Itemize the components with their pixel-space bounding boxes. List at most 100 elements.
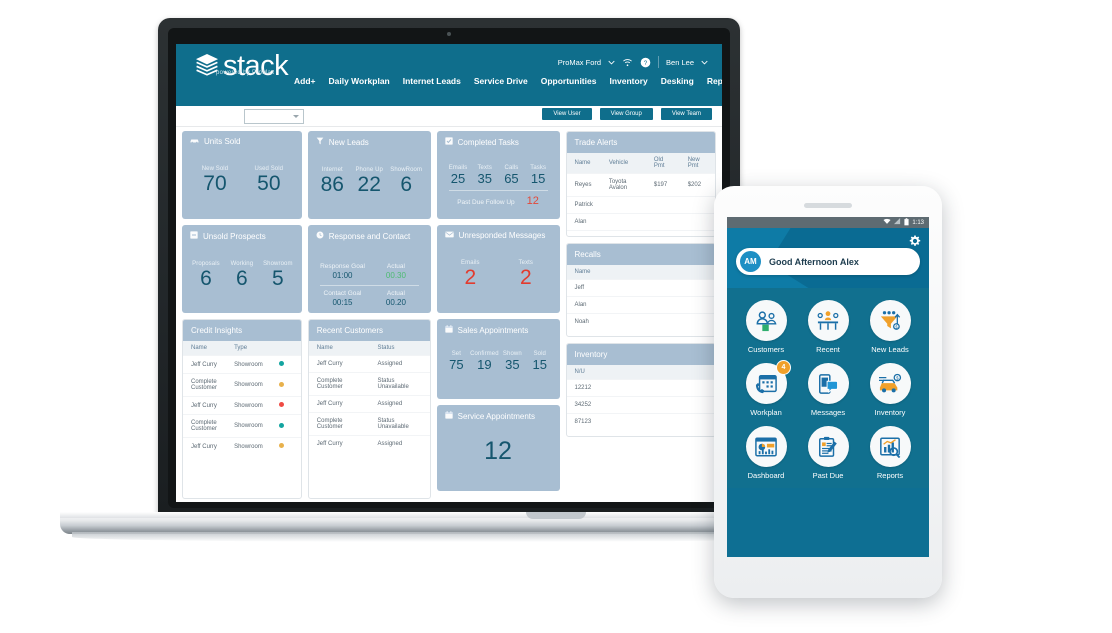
- table-row[interactable]: Jeff Curry Showroom: [183, 396, 301, 415]
- chevron-down-icon: [293, 115, 299, 118]
- card-inventory[interactable]: Inventory N/U 12212 34252 87123: [565, 343, 716, 437]
- table-row[interactable]: Alan: [566, 213, 715, 231]
- view-team-button[interactable]: View Team: [660, 108, 712, 120]
- metric-working: Working 6: [224, 261, 260, 289]
- table-row[interactable]: 87123: [566, 413, 715, 430]
- app-tile-messages[interactable]: Messages: [798, 363, 858, 417]
- card-header: Response and Contact: [308, 225, 431, 243]
- view-user-button[interactable]: View User: [542, 108, 592, 120]
- view-group-button[interactable]: View Group: [599, 108, 653, 120]
- dashboard-icon: [745, 426, 787, 467]
- app-tile-workplan[interactable]: 4 Workplan: [736, 360, 796, 417]
- card-completed-tasks[interactable]: Completed Tasks Emails 25 Texts 35 Calls…: [436, 131, 560, 219]
- mail-icon: [444, 231, 454, 240]
- laptop-lid: stack powered by ProMax Add+ Daily Workp…: [158, 18, 740, 518]
- response-goal: Response Goal 01:00: [316, 263, 369, 280]
- table-row[interactable]: Alan: [566, 296, 715, 314]
- cell-name: Jeff Curry: [308, 395, 370, 413]
- card-title: Completed Tasks: [457, 137, 519, 147]
- metric-row: Emails 25 Texts 35 Calls 65 Tasks 15: [445, 165, 552, 185]
- chevron-down-icon[interactable]: [608, 58, 615, 67]
- table-row[interactable]: Complete Customer Status Unavailable: [308, 412, 430, 436]
- user-name[interactable]: Ben Lee: [666, 58, 694, 67]
- app-tile-dashboard[interactable]: Dashboard: [736, 426, 796, 480]
- nav-item-internet-leads[interactable]: Internet Leads: [403, 76, 461, 86]
- card-unresponded-messages[interactable]: Unresponded Messages Emails 2 Texts 2: [436, 225, 560, 313]
- table-row[interactable]: 12212: [566, 379, 715, 397]
- phone-home-button[interactable]: [814, 557, 842, 585]
- status-dot-icon: [278, 422, 284, 428]
- dealer-name[interactable]: ProMax Ford: [558, 58, 601, 67]
- car-icon: [190, 137, 199, 146]
- cell-status: Status Unavailable: [369, 412, 430, 436]
- table-row[interactable]: Jeff Curry Showroom: [183, 437, 301, 455]
- column-header-name: Name: [308, 341, 370, 356]
- metric-value: 65: [504, 171, 519, 186]
- card-response-and-contact[interactable]: Response and Contact Response Goal 01:00: [307, 225, 431, 313]
- nav-item-reports[interactable]: Reports: [707, 76, 722, 86]
- card-credit-insights[interactable]: Credit Insights Name Type Jeff Curry Sho…: [182, 319, 302, 499]
- clipboard-icon: [807, 426, 849, 467]
- nav-item-service-drive[interactable]: Service Drive: [474, 76, 528, 86]
- column-header-vehicle: Vehicle: [600, 153, 646, 174]
- funnel-icon: [316, 137, 324, 147]
- status-dot-icon: [278, 402, 284, 407]
- card-recent-customers[interactable]: Recent Customers Name Status Jeff Curry …: [307, 319, 431, 499]
- table-row[interactable]: Jeff Curry Assigned: [308, 395, 430, 413]
- table-row[interactable]: Complete Customer Status Unavailable: [308, 372, 430, 396]
- card-units-sold[interactable]: Units Sold New Sold 70 Used Sold 50: [182, 131, 302, 219]
- app-tile-reports[interactable]: Reports: [860, 426, 920, 480]
- nav-item-daily-workplan[interactable]: Daily Workplan: [329, 76, 390, 86]
- nav-item-inventory[interactable]: Inventory: [609, 76, 647, 86]
- card-new-leads[interactable]: New Leads Internet 86 Phone Up 22 ShowRo…: [307, 131, 431, 219]
- table-row[interactable]: Noah: [566, 230, 715, 236]
- reports-icon: [869, 426, 911, 467]
- calendar-icon: [444, 325, 453, 335]
- table-row[interactable]: Patrick: [566, 196, 715, 214]
- table-row[interactable]: Noah: [566, 313, 715, 330]
- brand-logo[interactable]: stack: [194, 52, 289, 81]
- nav-item-opportunities[interactable]: Opportunities: [541, 76, 597, 86]
- table-row[interactable]: Jeff Curry Assigned: [308, 435, 430, 452]
- card-service-appointments[interactable]: Service Appointments 12: [436, 405, 560, 491]
- greeting-card[interactable]: AM Good Afternoon Alex: [736, 248, 920, 275]
- nav-item-desking[interactable]: Desking: [661, 76, 694, 86]
- table-row[interactable]: Complete Customer Showroom: [183, 373, 301, 397]
- table-row[interactable]: Jeff Curry Assigned: [308, 355, 430, 373]
- header-divider: [658, 56, 660, 68]
- cell-name: Jeff Curry: [183, 437, 227, 455]
- card-trade-alerts[interactable]: Trade Alerts Name Vehicle Old Pmt New Pm…: [565, 131, 716, 237]
- table-row[interactable]: 34252: [566, 396, 715, 414]
- cell-status: Assigned: [369, 355, 430, 373]
- scope-select[interactable]: [244, 109, 304, 124]
- wifi-icon: [883, 218, 891, 227]
- card-recalls[interactable]: Recalls Name Jeff Alan Noah: [565, 243, 716, 337]
- help-icon[interactable]: ?: [640, 57, 651, 68]
- table-row[interactable]: Complete Customer Showroom: [183, 414, 301, 438]
- card-unsold-prospects[interactable]: Unsold Prospects Proposals 6 Working 6 S…: [182, 225, 302, 313]
- table-row[interactable]: Jeff: [566, 279, 715, 297]
- app-tile-inventory[interactable]: $ Inventory: [860, 363, 920, 417]
- user-chevron-down-icon[interactable]: [701, 58, 708, 67]
- nav-item-add[interactable]: Add+: [294, 76, 316, 86]
- column-header-type: Type: [226, 341, 271, 356]
- dashboard-grid: Units Sold New Sold 70 Used Sold 50 Unso…: [182, 131, 716, 499]
- header-right: ProMax Ford ? Ben Lee: [558, 56, 708, 68]
- card-header: New Leads: [308, 131, 431, 149]
- cell-name: Complete Customer: [308, 412, 370, 436]
- status-dot-icon: [278, 381, 284, 387]
- table-row[interactable]: Reyes Toyota Avalon $197 $202: [566, 173, 715, 197]
- cell-status: Assigned: [369, 395, 430, 413]
- column-header-nu: N/U: [566, 365, 715, 380]
- app-tile-recent[interactable]: Recent: [798, 300, 858, 354]
- wifi-icon[interactable]: [622, 57, 633, 68]
- card-sales-appointments[interactable]: Sales Appointments Set 75 Confirmed 19 S…: [436, 319, 560, 399]
- app-tile-past-due[interactable]: Past Due: [798, 426, 858, 480]
- app-tile-customers[interactable]: Customers: [736, 300, 796, 354]
- cell-type: Showroom: [226, 414, 271, 438]
- car-price-icon: $: [869, 363, 911, 404]
- table-row[interactable]: Jeff Curry Showroom: [183, 355, 301, 374]
- cell-name: Alan: [566, 213, 601, 231]
- dashboard-column-1: Units Sold New Sold 70 Used Sold 50 Unso…: [182, 131, 302, 499]
- app-tile-new-leads[interactable]: $ New Leads: [860, 300, 920, 354]
